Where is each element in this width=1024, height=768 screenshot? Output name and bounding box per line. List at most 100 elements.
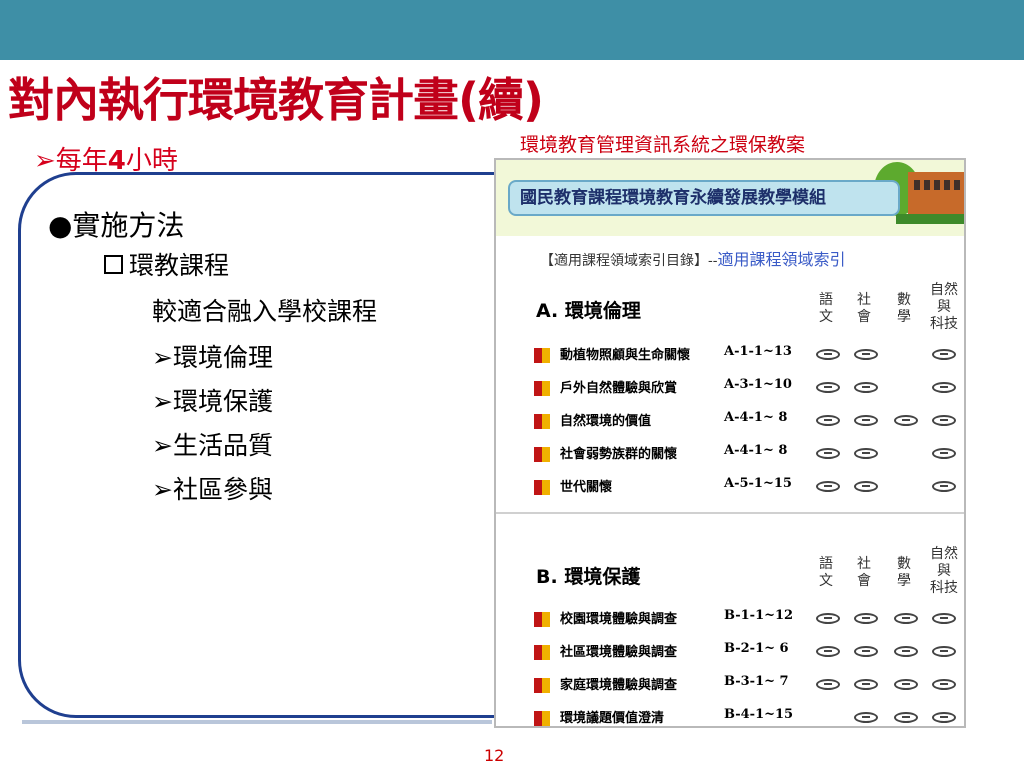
smiley-icon bbox=[932, 448, 956, 459]
smiley-icon bbox=[854, 349, 878, 360]
row-label[interactable]: 社區環境體驗與調查 bbox=[560, 641, 677, 660]
col-head-char: 會 bbox=[857, 309, 871, 325]
smiley-icon bbox=[816, 679, 840, 690]
smiley-icon bbox=[816, 613, 840, 624]
col-head-chinese: 語文 bbox=[814, 556, 838, 590]
course-description: 較適合融入學校課程 bbox=[152, 297, 378, 326]
smiley-icon bbox=[932, 415, 956, 426]
row-code: A-4-1~ 8 bbox=[724, 443, 788, 458]
smiley-icon bbox=[816, 349, 840, 360]
school-building-illustration bbox=[908, 172, 964, 218]
smiley-icon bbox=[932, 646, 956, 657]
smiley-icon bbox=[854, 481, 878, 492]
smiley-icon bbox=[816, 415, 840, 426]
row-label[interactable]: 世代關懷 bbox=[560, 476, 612, 495]
row-label[interactable]: 社會弱勢族群的關懷 bbox=[560, 443, 677, 462]
smiley-icon bbox=[854, 712, 878, 723]
col-head-science: 自然與科技 bbox=[924, 546, 964, 597]
book-icon bbox=[534, 645, 550, 660]
row-label[interactable]: 自然環境的價值 bbox=[560, 410, 651, 429]
row-code: B-2-1~ 6 bbox=[724, 641, 789, 656]
topic-item: ➢生活品質 bbox=[152, 431, 273, 460]
row-label[interactable]: 家庭環境體驗與調查 bbox=[560, 674, 677, 693]
col-head-char: 文 bbox=[819, 309, 833, 325]
book-icon bbox=[534, 381, 550, 396]
row-label[interactable]: 動植物照顧與生命關懷 bbox=[560, 344, 690, 363]
embedded-screenshot: 國民教育課程環境教育永續發展教學模組 【適用課程領域索引目錄】--適用課程領域索… bbox=[494, 158, 966, 728]
smiley-icon bbox=[894, 679, 918, 690]
col-head-char: 社 bbox=[857, 556, 871, 572]
col-head-char: 學 bbox=[897, 309, 911, 325]
smiley-icon bbox=[854, 448, 878, 459]
row-code: A-3-1~10 bbox=[724, 377, 792, 392]
row-label[interactable]: 環境議題價值澄清 bbox=[560, 707, 664, 726]
table-row[interactable]: 戶外自然體驗與欣賞 A-3-1~10 bbox=[534, 377, 964, 399]
row-code: B-4-1~15 bbox=[724, 707, 794, 722]
col-head-char: 數 bbox=[897, 292, 911, 308]
grass-illustration bbox=[896, 214, 964, 224]
topic-item: ➢環境倫理 bbox=[152, 343, 273, 372]
col-head-social: 社會 bbox=[852, 556, 876, 590]
frame-shadow bbox=[22, 720, 492, 724]
row-code: B-1-1~12 bbox=[724, 608, 794, 623]
row-code: A-5-1~15 bbox=[724, 476, 792, 491]
topic-list: ➢環境倫理 ➢環境保護 ➢生活品質 ➢社區參與 bbox=[152, 336, 273, 512]
book-icon bbox=[534, 447, 550, 462]
col-head-math: 數學 bbox=[892, 556, 916, 590]
smiley-icon bbox=[894, 712, 918, 723]
smiley-icon bbox=[854, 679, 878, 690]
smiley-icon bbox=[854, 613, 878, 624]
module-title: 國民教育課程環境教育永續發展教學模組 bbox=[508, 180, 900, 216]
section-heading-a: A. 環境倫理 bbox=[536, 300, 641, 322]
table-row[interactable]: 校園環境體驗與調查 B-1-1~12 bbox=[534, 608, 964, 630]
book-icon bbox=[534, 480, 550, 495]
smiley-icon bbox=[894, 646, 918, 657]
table-row[interactable]: 動植物照顧與生命關懷 A-1-1~13 bbox=[534, 344, 964, 366]
book-icon bbox=[534, 678, 550, 693]
col-head-char: 文 bbox=[819, 573, 833, 589]
col-head-char: 數 bbox=[897, 556, 911, 572]
row-code: A-1-1~13 bbox=[724, 344, 792, 359]
page-number: 12 bbox=[484, 746, 505, 765]
row-label[interactable]: 戶外自然體驗與欣賞 bbox=[560, 377, 677, 396]
table-row[interactable]: 自然環境的價值 A-4-1~ 8 bbox=[534, 410, 964, 432]
table-row[interactable]: 社會弱勢族群的關懷 A-4-1~ 8 bbox=[534, 443, 964, 465]
smiley-icon bbox=[932, 679, 956, 690]
col-head-char: 語 bbox=[819, 292, 833, 308]
row-label[interactable]: 校園環境體驗與調查 bbox=[560, 608, 677, 627]
section-heading-b: B. 環境保護 bbox=[536, 566, 641, 588]
smiley-icon bbox=[854, 646, 878, 657]
col-head-char: 學 bbox=[897, 573, 911, 589]
table-row[interactable]: 家庭環境體驗與調查 B-3-1~ 7 bbox=[534, 674, 964, 696]
table-row[interactable]: 環境議題價值澄清 B-4-1~15 bbox=[534, 707, 964, 726]
col-head-char: 科技 bbox=[930, 580, 958, 596]
book-icon bbox=[534, 711, 550, 726]
book-icon bbox=[534, 348, 550, 363]
table-row[interactable]: 社區環境體驗與調查 B-2-1~ 6 bbox=[534, 641, 964, 663]
col-head-char: 自然 bbox=[930, 546, 958, 562]
checkbox-square-icon bbox=[104, 255, 123, 274]
section-divider bbox=[496, 512, 964, 514]
smiley-icon bbox=[932, 613, 956, 624]
book-icon bbox=[534, 414, 550, 429]
topic-item: ➢社區參與 bbox=[152, 475, 273, 504]
module-banner: 國民教育課程環境教育永續發展教學模組 bbox=[496, 160, 964, 236]
smiley-icon bbox=[816, 646, 840, 657]
col-head-char: 科技 bbox=[930, 316, 958, 332]
col-head-social: 社會 bbox=[852, 292, 876, 326]
smiley-icon bbox=[854, 382, 878, 393]
smiley-icon bbox=[816, 481, 840, 492]
smiley-icon bbox=[894, 415, 918, 426]
index-label: 【適用課程領域索引目錄】-- bbox=[540, 253, 718, 269]
smiley-icon bbox=[816, 382, 840, 393]
col-head-char: 與 bbox=[937, 299, 951, 315]
smiley-icon bbox=[932, 481, 956, 492]
col-head-chinese: 語文 bbox=[814, 292, 838, 326]
smiley-icon bbox=[816, 448, 840, 459]
smiley-icon bbox=[894, 613, 918, 624]
book-icon bbox=[534, 612, 550, 627]
course-label: 環教課程 bbox=[129, 251, 230, 280]
index-link[interactable]: 適用課程領域索引 bbox=[717, 250, 845, 269]
smiley-icon bbox=[932, 349, 956, 360]
table-row[interactable]: 世代關懷 A-5-1~15 bbox=[534, 476, 964, 498]
